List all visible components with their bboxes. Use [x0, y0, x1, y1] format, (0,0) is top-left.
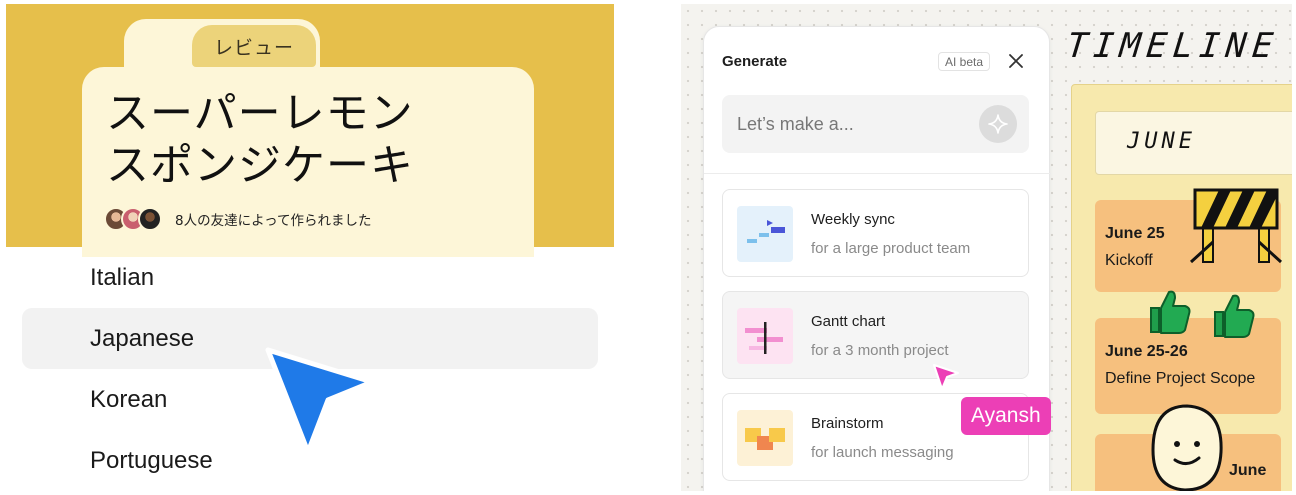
review-tab[interactable]: レビュー [192, 25, 316, 67]
brainstorm-thumbnail [737, 410, 793, 466]
timeline-title: TIMELINE [1064, 26, 1281, 66]
construction-barrier-icon [1189, 188, 1283, 264]
screenshot-stage: レビュー スーパーレモン スポンジケーキ 8人の友達によって作られました Ita… [0, 0, 1296, 495]
sticky-notes-icon [745, 428, 785, 450]
template-weekly-sync[interactable]: Weekly sync for a large product team [722, 189, 1029, 277]
thumbs-up-icon [1150, 290, 1191, 334]
template-description: for a 3 month project [811, 342, 949, 359]
event-date: June 25-26 [1105, 343, 1188, 360]
recipe-title-line-2: スポンジケーキ [106, 141, 414, 191]
event-date: June [1229, 462, 1267, 479]
template-description: for launch messaging [811, 444, 954, 461]
month-label: JUNE [1127, 129, 1196, 154]
language-option-italian[interactable]: Italian [22, 247, 598, 308]
language-option-label: Portuguese [90, 446, 213, 474]
panel-divider [704, 173, 1051, 174]
template-name: Gantt chart [811, 313, 886, 330]
language-option-label: Japanese [90, 324, 195, 352]
gantt-chart-icon [745, 322, 783, 354]
template-name: Brainstorm [811, 415, 884, 432]
template-description: for a large product team [811, 240, 971, 257]
collaborator-cursor-icon [933, 364, 959, 390]
recipe-language-panel: レビュー スーパーレモン スポンジケーキ 8人の友達によって作られました Ita… [0, 0, 616, 495]
flow-diagram-icon [747, 220, 785, 243]
thumbs-up-icon [1214, 294, 1255, 338]
language-option-label: Italian [90, 263, 155, 291]
weekly-sync-thumbnail [737, 206, 793, 262]
sparkle-icon [988, 114, 1008, 134]
event-date: June 25 [1105, 225, 1165, 242]
collaborator-name-tag: Ayansh [961, 397, 1051, 435]
gantt-chart-thumbnail [737, 308, 793, 364]
ai-beta-badge: AI beta [938, 52, 991, 71]
template-name: Weekly sync [811, 211, 895, 228]
prompt-box [722, 95, 1029, 153]
language-option-label: Korean [90, 385, 168, 413]
generate-panel-title: Generate [722, 53, 788, 70]
smiley-face-icon [1151, 404, 1223, 491]
recipe-title: スーパーレモン スポンジケーキ [106, 88, 526, 192]
friends-row: 8人の友達によって作られました [104, 206, 372, 232]
close-icon[interactable] [1006, 51, 1026, 71]
generate-button[interactable] [979, 105, 1017, 143]
avatar-group [104, 207, 162, 231]
friends-text: 8人の友達によって作られました [175, 213, 372, 229]
cursor-pointer-icon [265, 347, 375, 455]
template-gantt-chart[interactable]: Gantt chart for a 3 month project [722, 291, 1029, 379]
event-label: Kickoff [1105, 252, 1153, 269]
avatar [138, 207, 162, 231]
whiteboard-canvas[interactable]: TIMELINE JUNE June 25 Kickoff June 25-26… [681, 4, 1292, 491]
prompt-input[interactable] [737, 95, 967, 153]
recipe-title-line-1: スーパーレモン [106, 89, 414, 139]
event-label: Define Project Scope [1105, 370, 1256, 387]
